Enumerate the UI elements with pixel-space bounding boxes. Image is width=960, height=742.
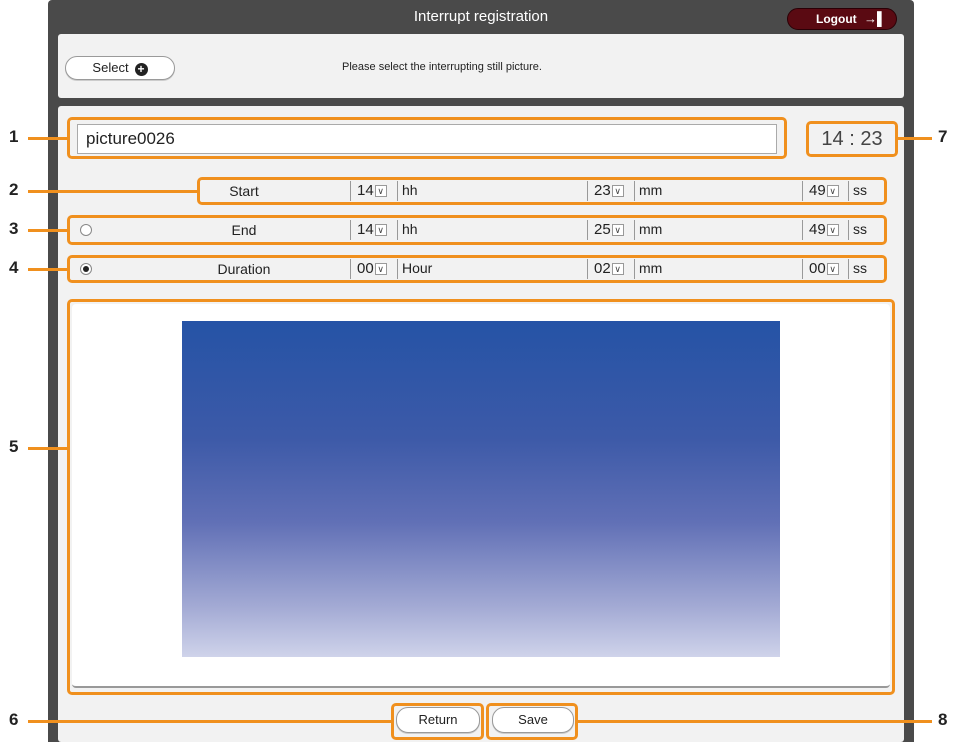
duration-radio[interactable] <box>80 263 92 275</box>
plus-circle-icon: + <box>134 63 148 76</box>
chevron-down-icon: ∨ <box>374 263 387 275</box>
select-label: Select <box>92 60 129 75</box>
chevron-down-icon: ∨ <box>826 185 839 197</box>
picture-name-field[interactable]: picture0026 <box>77 124 777 154</box>
duration-second-value: 00 <box>809 260 826 277</box>
callout-leader-8 <box>577 720 932 723</box>
start-second-unit: ss <box>848 181 867 201</box>
callout-number-5: 5 <box>9 437 19 456</box>
start-minute-select[interactable]: 23 ∨ <box>587 181 624 201</box>
end-hour-select[interactable]: 14 ∨ <box>350 220 387 240</box>
duration-hour-value: 00 <box>357 260 374 277</box>
start-second-value: 49 <box>809 182 826 199</box>
duration-minute-select[interactable]: 02 ∨ <box>587 259 624 279</box>
chevron-down-icon: ∨ <box>374 224 387 236</box>
end-second-value: 49 <box>809 221 826 238</box>
callout-leader-7 <box>898 137 932 140</box>
logout-label: Logout <box>816 12 857 26</box>
callout-leader-5 <box>28 447 68 450</box>
callout-number-3: 3 <box>9 219 19 238</box>
chevron-down-icon: ∨ <box>826 263 839 275</box>
chevron-down-icon: ∨ <box>611 185 624 197</box>
logout-button[interactable]: Logout →▌ <box>787 8 897 30</box>
end-second-select[interactable]: 49 ∨ <box>802 220 839 240</box>
callout-number-8: 8 <box>938 710 948 729</box>
end-hour-value: 14 <box>357 221 374 238</box>
callout-number-2: 2 <box>9 180 19 199</box>
callout-number-7: 7 <box>938 127 948 146</box>
start-minute-value: 23 <box>594 182 611 199</box>
duration-hour-unit: Hour <box>397 259 432 279</box>
end-radio[interactable] <box>80 224 92 236</box>
callout-leader-4 <box>28 268 68 271</box>
start-minute-unit: mm <box>634 181 662 201</box>
duration-second-select[interactable]: 00 ∨ <box>802 259 839 279</box>
page-title: Interrupt registration <box>413 8 549 25</box>
select-button[interactable]: Select + <box>65 56 175 80</box>
callout-leader-3 <box>28 229 68 232</box>
duration-hour-select[interactable]: 00 ∨ <box>350 259 387 279</box>
start-hour-value: 14 <box>357 182 374 199</box>
start-hour-select[interactable]: 14 ∨ <box>350 181 387 201</box>
end-second-unit: ss <box>848 220 867 240</box>
callout-leader-1 <box>28 137 68 140</box>
chevron-down-icon: ∨ <box>611 224 624 236</box>
logout-icon: →▌ <box>864 11 887 26</box>
callout-leader-6 <box>28 720 392 723</box>
current-time: 14 : 23 <box>821 128 883 150</box>
callout-box-8 <box>486 703 578 740</box>
callout-number-6: 6 <box>9 710 19 729</box>
chevron-down-icon: ∨ <box>374 185 387 197</box>
start-label: Start <box>229 183 259 199</box>
chevron-down-icon: ∨ <box>611 263 624 275</box>
start-second-select[interactable]: 49 ∨ <box>802 181 839 201</box>
callout-box-6 <box>391 703 484 740</box>
end-minute-select[interactable]: 25 ∨ <box>587 220 624 240</box>
callout-number-4: 4 <box>9 258 19 277</box>
duration-second-unit: ss <box>848 259 867 279</box>
start-hour-unit: hh <box>397 181 418 201</box>
end-label: End <box>231 222 257 238</box>
duration-label: Duration <box>217 261 271 277</box>
callout-box-5 <box>67 299 895 695</box>
end-minute-value: 25 <box>594 221 611 238</box>
duration-minute-unit: mm <box>634 259 662 279</box>
end-minute-unit: mm <box>634 220 662 240</box>
chevron-down-icon: ∨ <box>826 224 839 236</box>
end-hour-unit: hh <box>397 220 418 240</box>
duration-minute-value: 02 <box>594 260 611 277</box>
instruction-text: Please select the interrupting still pic… <box>342 61 542 73</box>
callout-leader-2 <box>28 190 198 193</box>
callout-number-1: 1 <box>9 127 19 146</box>
